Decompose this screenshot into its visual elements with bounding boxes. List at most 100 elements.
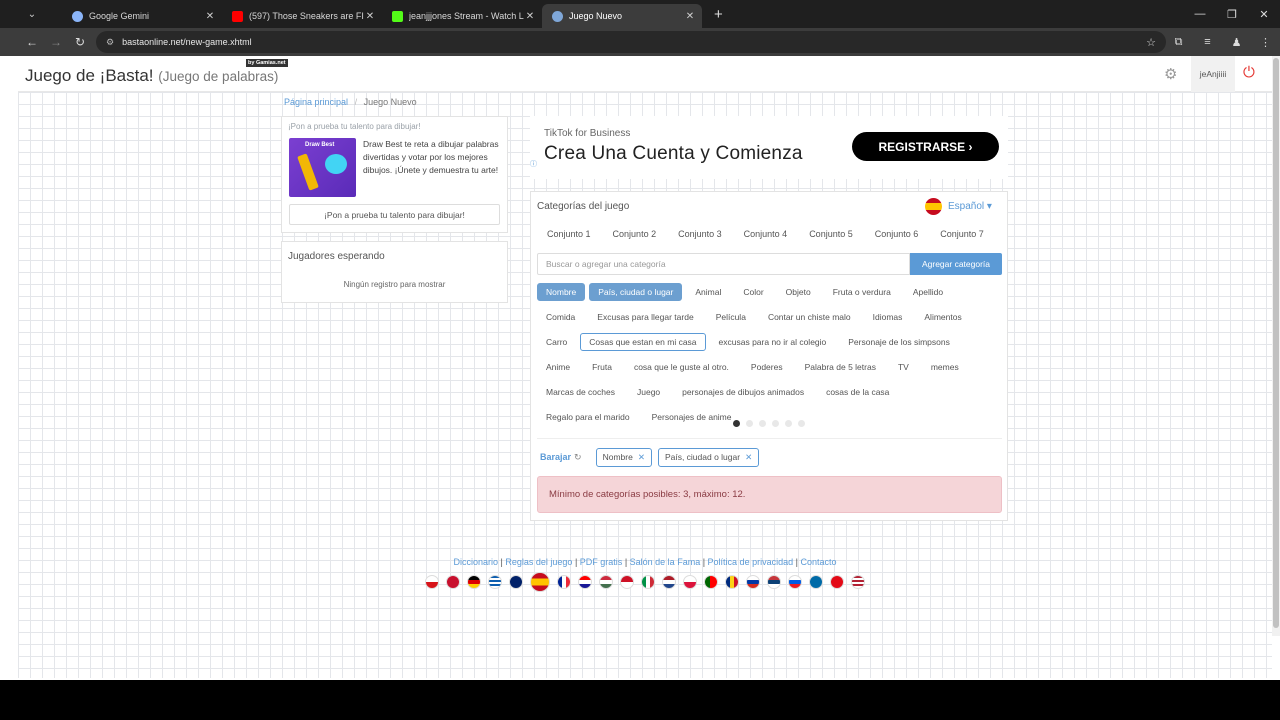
remove-tag-icon[interactable]: ✕ <box>745 452 752 462</box>
tab-kick-stream[interactable]: jeanjjjones Stream - Watch Live ✕ <box>382 4 542 28</box>
shuffle-button[interactable]: Barajar ↻ <box>540 452 582 463</box>
close-icon[interactable]: ✕ <box>684 11 696 22</box>
russia-flag-icon[interactable] <box>746 575 760 589</box>
close-icon[interactable]: ✕ <box>364 11 376 22</box>
ad-register-button[interactable]: REGISTRARSE › <box>852 132 999 161</box>
category-chip[interactable]: Marcas de coches <box>537 383 624 401</box>
tiktok-ad-banner[interactable]: ⓘ TikTok for Business Crea Una Cuenta y … <box>530 116 1008 179</box>
back-icon[interactable]: ← <box>20 35 44 49</box>
category-chip[interactable]: memes <box>922 358 968 376</box>
category-chip[interactable]: Contar un chiste malo <box>759 308 860 326</box>
category-chip[interactable]: Alimentos <box>915 308 970 326</box>
set-tab-2[interactable]: Conjunto 2 <box>603 226 667 244</box>
category-chip[interactable]: Apellido <box>904 283 952 301</box>
category-chip[interactable]: Juego <box>628 383 669 401</box>
category-chip[interactable]: Palabra de 5 letras <box>796 358 885 376</box>
france-flag-icon[interactable] <box>557 575 571 589</box>
logout-power-icon[interactable]: ⏻ <box>1243 64 1255 81</box>
category-chip[interactable]: personajes de dibujos animados <box>673 383 813 401</box>
category-chip[interactable]: Objeto <box>777 283 820 301</box>
portugal-flag-icon[interactable] <box>704 575 718 589</box>
set-tab-1[interactable]: Conjunto 1 <box>537 226 601 244</box>
site-info-icon[interactable]: ⚙ <box>106 37 114 48</box>
footer-link[interactable]: Política de privacidad <box>708 557 794 567</box>
page-dot[interactable] <box>785 420 792 427</box>
new-tab-button[interactable]: + <box>714 6 723 23</box>
category-chip[interactable]: Comida <box>537 308 584 326</box>
category-chip[interactable]: Color <box>734 283 772 301</box>
forward-icon[interactable]: → <box>44 35 68 49</box>
minimize-icon[interactable]: — <box>1184 8 1216 20</box>
category-chip[interactable]: Idiomas <box>864 308 912 326</box>
menu-icon[interactable]: ⋮ <box>1251 36 1280 49</box>
category-chip[interactable]: Fruta <box>583 358 621 376</box>
category-chip[interactable]: Fruta o verdura <box>824 283 900 301</box>
netherlands-flag-icon[interactable] <box>662 575 676 589</box>
category-chip[interactable]: Poderes <box>742 358 792 376</box>
reload-icon[interactable]: ↻ <box>68 35 92 49</box>
usa-flag-icon[interactable] <box>851 575 865 589</box>
ad-info-icon[interactable]: ⓘ <box>530 159 537 169</box>
breadcrumb-home[interactable]: Página principal <box>284 97 348 107</box>
gear-icon[interactable]: ⚙ <box>1164 65 1177 83</box>
page-dot[interactable] <box>772 420 779 427</box>
close-icon[interactable]: ✕ <box>204 11 216 22</box>
extensions-icon[interactable]: ⧉ <box>1164 36 1193 49</box>
footer-link[interactable]: Contacto <box>800 557 836 567</box>
page-scrollbar[interactable] <box>1272 56 1280 636</box>
set-tab-3[interactable]: Conjunto 3 <box>668 226 732 244</box>
footer-link[interactable]: Salón de la Fama <box>630 557 701 567</box>
category-chip[interactable]: Excusas para llegar tarde <box>588 308 702 326</box>
indonesia-flag-icon[interactable] <box>620 575 634 589</box>
category-chip[interactable]: cosa que le guste al otro. <box>625 358 738 376</box>
remove-tag-icon[interactable]: ✕ <box>638 452 645 462</box>
close-icon[interactable]: ✕ <box>524 11 536 22</box>
tab-search-icon[interactable]: ⌄ <box>22 4 42 24</box>
draw-best-button[interactable]: ¡Pon a prueba tu talento para dibujar! <box>289 204 500 225</box>
language-selector[interactable]: Español ▾ <box>925 198 992 215</box>
address-bar[interactable]: ⚙ bastaonline.net/new-game.xhtml ☆ <box>96 31 1166 53</box>
category-chip[interactable]: Nombre <box>537 283 586 301</box>
page-dot[interactable] <box>798 420 805 427</box>
restore-icon[interactable]: ❐ <box>1216 8 1248 21</box>
poland-flag-icon[interactable] <box>683 575 697 589</box>
denmark-flag-icon[interactable] <box>446 575 460 589</box>
category-chip[interactable]: excusas para no ir al colegio <box>710 333 836 351</box>
romania-flag-icon[interactable] <box>725 575 739 589</box>
slovenia-flag-icon[interactable] <box>788 575 802 589</box>
tab-juego-nuevo[interactable]: Juego Nuevo ✕ <box>542 4 702 28</box>
uk-flag-icon[interactable] <box>509 575 523 589</box>
tab-youtube[interactable]: (597) Those Sneakers are FIRE 🔥 ✕ <box>222 4 382 28</box>
footer-link[interactable]: Diccionario <box>454 557 499 567</box>
turkey-flag-icon[interactable] <box>830 575 844 589</box>
bookmark-star-icon[interactable]: ☆ <box>1146 36 1156 49</box>
category-chip[interactable]: Anime <box>537 358 579 376</box>
footer-link[interactable]: Reglas del juego <box>505 557 572 567</box>
scrollbar-thumb[interactable] <box>1273 58 1279 628</box>
page-dot[interactable] <box>733 420 740 427</box>
category-chip[interactable]: País, ciudad o lugar <box>589 283 683 301</box>
czech-flag-icon[interactable] <box>425 575 439 589</box>
category-chip[interactable]: TV <box>889 358 918 376</box>
tab-google-gemini[interactable]: Google Gemini ✕ <box>62 4 222 28</box>
serbia-flag-icon[interactable] <box>767 575 781 589</box>
category-chip[interactable]: Cosas que estan en mi casa <box>580 333 706 351</box>
selected-category-tag[interactable]: País, ciudad o lugar ✕ <box>657 448 760 467</box>
draw-best-thumbnail[interactable]: Draw Best <box>289 138 356 197</box>
page-dot[interactable] <box>759 420 766 427</box>
username[interactable]: jeAnjiiii <box>1191 56 1235 92</box>
category-chip[interactable]: Animal <box>686 283 730 301</box>
page-dot[interactable] <box>746 420 753 427</box>
close-window-icon[interactable]: ✕ <box>1248 8 1280 21</box>
hungary-flag-icon[interactable] <box>599 575 613 589</box>
set-tab-4[interactable]: Conjunto 4 <box>734 226 798 244</box>
germany-flag-icon[interactable] <box>467 575 481 589</box>
spain-flag-icon[interactable] <box>530 572 550 592</box>
page-title[interactable]: Juego de ¡Basta! (Juego de palabras) <box>25 66 278 86</box>
sweden-flag-icon[interactable] <box>809 575 823 589</box>
greece-flag-icon[interactable] <box>488 575 502 589</box>
selected-category-tag[interactable]: Nombre ✕ <box>595 448 652 467</box>
category-chip[interactable]: Carro <box>537 333 576 351</box>
italy-flag-icon[interactable] <box>641 575 655 589</box>
add-category-button[interactable]: Agregar categoría <box>910 253 1002 275</box>
